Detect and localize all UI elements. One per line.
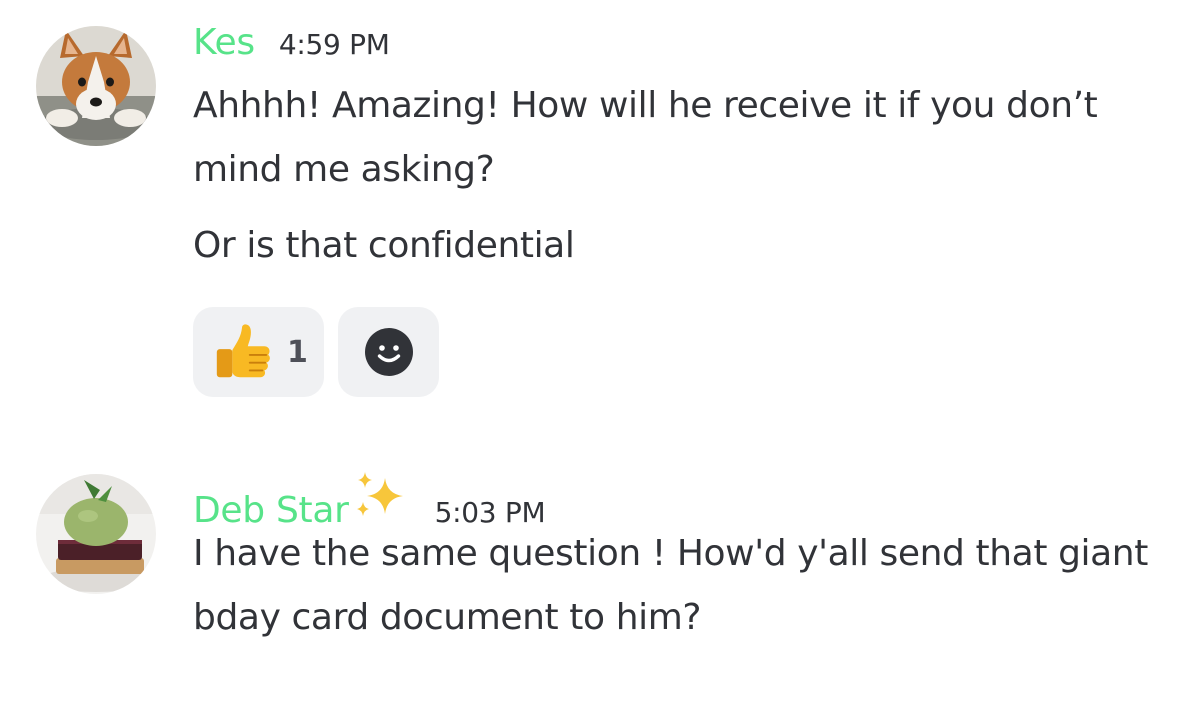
reaction-thumbs-up[interactable]: 1 bbox=[193, 307, 324, 397]
corgi-avatar bbox=[36, 26, 156, 146]
timestamp: 4:59 PM bbox=[278, 28, 390, 61]
message-text: Ahhhh! Amazing! How will he receive it i… bbox=[193, 85, 1098, 190]
message-text: I have the same question ! How'd y'all s… bbox=[193, 533, 1148, 638]
dessert-avatar bbox=[36, 474, 156, 594]
message-text: Or is that confidential bbox=[193, 225, 575, 266]
smiley-add-reaction-icon bbox=[364, 328, 413, 376]
avatar[interactable] bbox=[36, 26, 156, 146]
reactions-bar: 1 bbox=[193, 307, 439, 397]
thumbs-up-icon bbox=[216, 324, 270, 378]
add-reaction-button[interactable] bbox=[338, 307, 439, 397]
sparkles-icon bbox=[356, 472, 403, 516]
avatar[interactable] bbox=[36, 474, 156, 594]
reaction-count: 1 bbox=[287, 334, 308, 370]
username[interactable]: Kes bbox=[193, 22, 255, 63]
